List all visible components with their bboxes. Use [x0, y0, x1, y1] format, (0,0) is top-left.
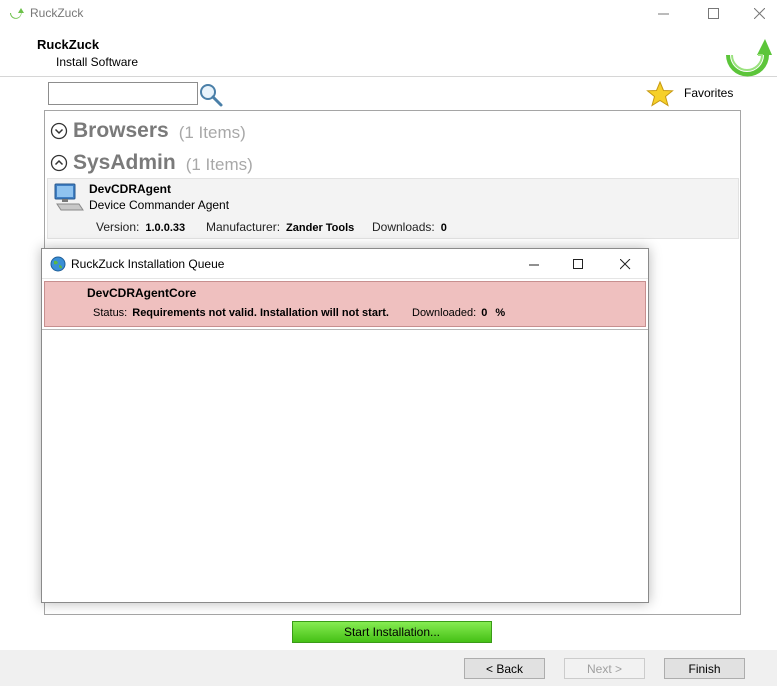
version-value: 1.0.0.33 [145, 222, 186, 234]
chevron-up-icon[interactable] [50, 154, 68, 172]
status-label: Status: [93, 307, 128, 319]
ruckzuck-logo-icon [10, 8, 24, 19]
window-title: RuckZuck [30, 6, 84, 20]
computer-icon [54, 183, 84, 211]
manufacturer-field: Manufacturer: Zander Tools [206, 220, 354, 234]
chevron-down-icon[interactable] [50, 122, 68, 140]
status-value: Requirements not valid. Installation wil… [132, 307, 389, 319]
search-icon[interactable] [198, 82, 224, 108]
group-name: SysAdmin [73, 151, 176, 174]
queue-maximize-button[interactable] [556, 251, 600, 277]
queue-item[interactable]: DevCDRAgentCore Status: Requirements not … [44, 281, 646, 327]
header-subtitle: Install Software [56, 55, 139, 69]
favorites-label[interactable]: Favorites [684, 86, 733, 100]
wizard-header: RuckZuck Install Software [0, 28, 777, 77]
version-label: Version: [96, 220, 140, 234]
maximize-icon [572, 258, 583, 269]
maximize-button[interactable] [690, 0, 736, 26]
downloads-value: 0 [440, 222, 447, 234]
queue-divider [42, 329, 648, 330]
group-name: Browsers [73, 119, 169, 142]
group-header-browsers[interactable]: Browsers (1 Items) [47, 117, 246, 145]
back-button[interactable]: < Back [464, 658, 545, 679]
queue-status-field: Status: Requirements not valid. Installat… [93, 307, 389, 319]
header-title: RuckZuck [37, 37, 100, 52]
downloads-label: Downloads: [372, 220, 435, 234]
version-field: Version: 1.0.0.33 [96, 220, 185, 234]
queue-downloaded-field: Downloaded: 0 % [412, 307, 505, 319]
software-name: DevCDRAgent [89, 182, 172, 196]
queue-minimize-button[interactable] [512, 251, 556, 277]
downloaded-label: Downloaded: [412, 307, 477, 319]
manufacturer-label: Manufacturer: [206, 220, 281, 234]
manufacturer-value: Zander Tools [286, 222, 355, 234]
favorites-star-icon[interactable] [646, 81, 674, 107]
search-input[interactable] [48, 82, 198, 105]
group-header-sysadmin[interactable]: SysAdmin (1 Items) [47, 149, 253, 177]
queue-window-titlebar: RuckZuck Installation Queue [42, 249, 648, 279]
software-item[interactable]: DevCDRAgent Device Commander Agent Versi… [47, 178, 739, 239]
close-icon [619, 258, 630, 269]
ruckzuck-arrow-logo-icon [726, 39, 772, 77]
queue-item-name: DevCDRAgentCore [87, 286, 197, 300]
minimize-icon [657, 13, 669, 14]
group-count: (1 Items) [178, 123, 246, 142]
close-icon [753, 7, 765, 19]
queue-close-button[interactable] [603, 251, 647, 277]
globe-icon [50, 256, 66, 272]
finish-button[interactable]: Finish [664, 658, 745, 679]
maximize-icon [707, 7, 719, 19]
wizard-footer: < Back Next > Finish [0, 650, 777, 686]
start-installation-button[interactable]: Start Installation... [292, 621, 492, 643]
downloaded-percent-sign: % [495, 307, 506, 319]
downloads-field: Downloads: 0 [372, 220, 447, 234]
installation-queue-window: RuckZuck Installation Queue DevCDRAgentC… [41, 248, 649, 603]
window-titlebar: RuckZuck [0, 0, 777, 26]
close-button[interactable] [736, 0, 777, 26]
software-description: Device Commander Agent [89, 198, 230, 212]
queue-window-title: RuckZuck Installation Queue [71, 257, 225, 271]
minimize-icon [528, 264, 539, 265]
next-button[interactable]: Next > [564, 658, 645, 679]
minimize-button[interactable] [640, 0, 686, 26]
downloaded-value: 0 [481, 307, 488, 319]
group-count: (1 Items) [185, 155, 253, 174]
